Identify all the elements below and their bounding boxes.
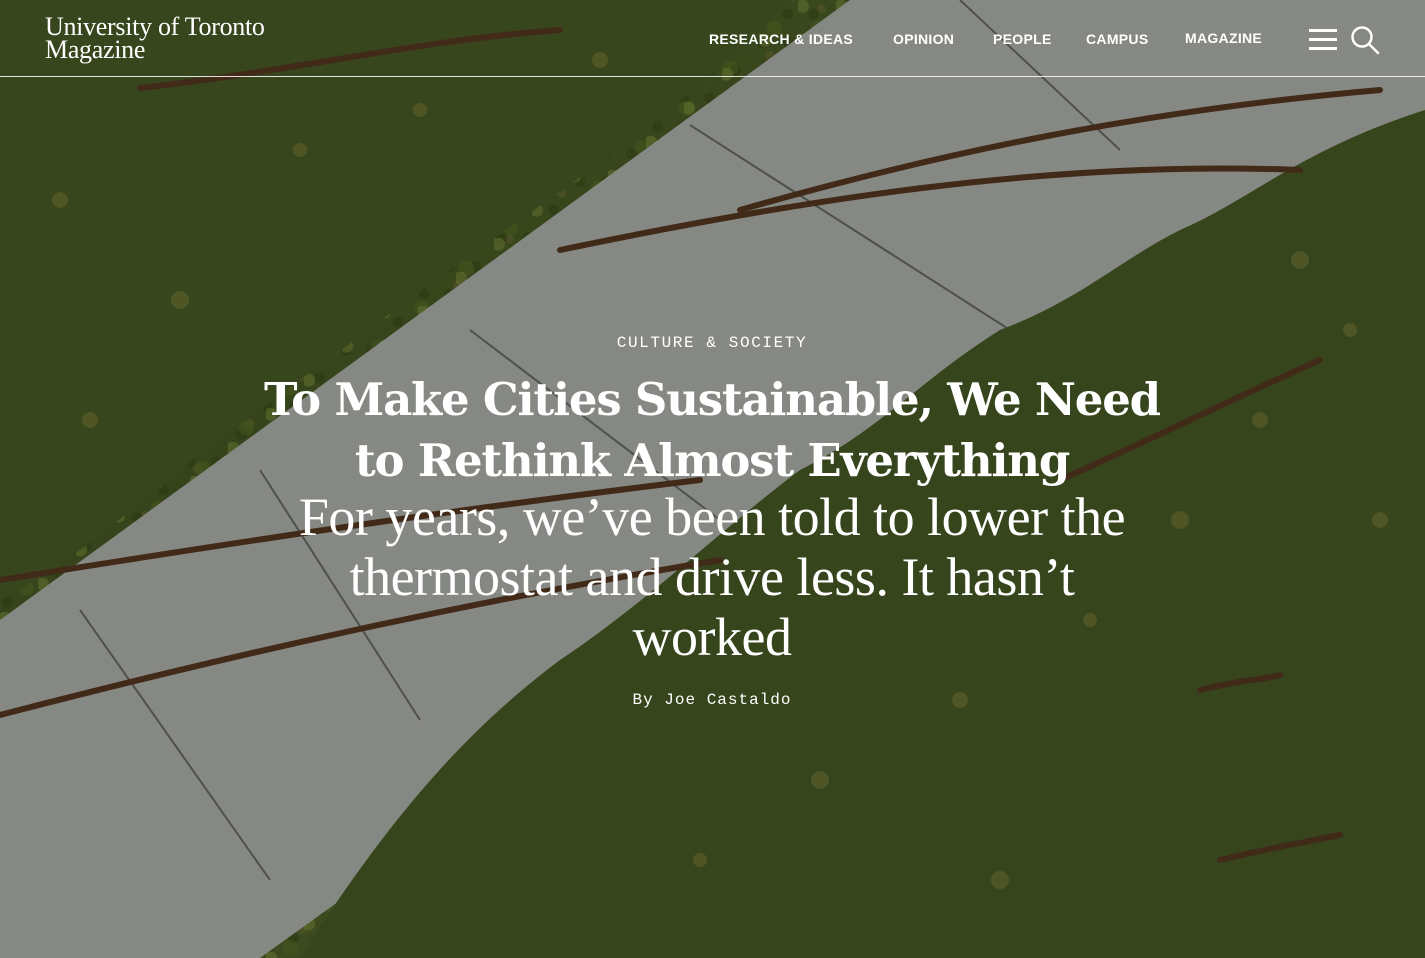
- nav-people[interactable]: PEOPLE: [993, 31, 1052, 47]
- search-icon[interactable]: [1350, 25, 1380, 55]
- site-logo[interactable]: University of Toronto Magazine: [45, 14, 265, 64]
- article-intro: CULTURE & SOCIETY To Make Cities Sustain…: [262, 332, 1162, 709]
- logo-line-2: Magazine: [45, 35, 146, 64]
- article-headline: To Make Cities Sustainable, We Need to R…: [264, 373, 1161, 487]
- nav-research-ideas[interactable]: RESEARCH & IDEAS: [709, 31, 853, 47]
- site-header: University of Toronto Magazine RESEARCH …: [0, 0, 1425, 77]
- nav-campus[interactable]: CAMPUS: [1086, 31, 1148, 47]
- article-category[interactable]: CULTURE & SOCIETY: [262, 332, 1162, 354]
- article-dek: For years, we’ve been told to lower the …: [298, 487, 1126, 667]
- nav-opinion[interactable]: OPINION: [893, 31, 954, 47]
- article-byline: By Joe Castaldo: [632, 691, 792, 709]
- hamburger-menu-icon[interactable]: [1309, 27, 1337, 51]
- nav-magazine[interactable]: MAGAZINE: [1185, 30, 1262, 46]
